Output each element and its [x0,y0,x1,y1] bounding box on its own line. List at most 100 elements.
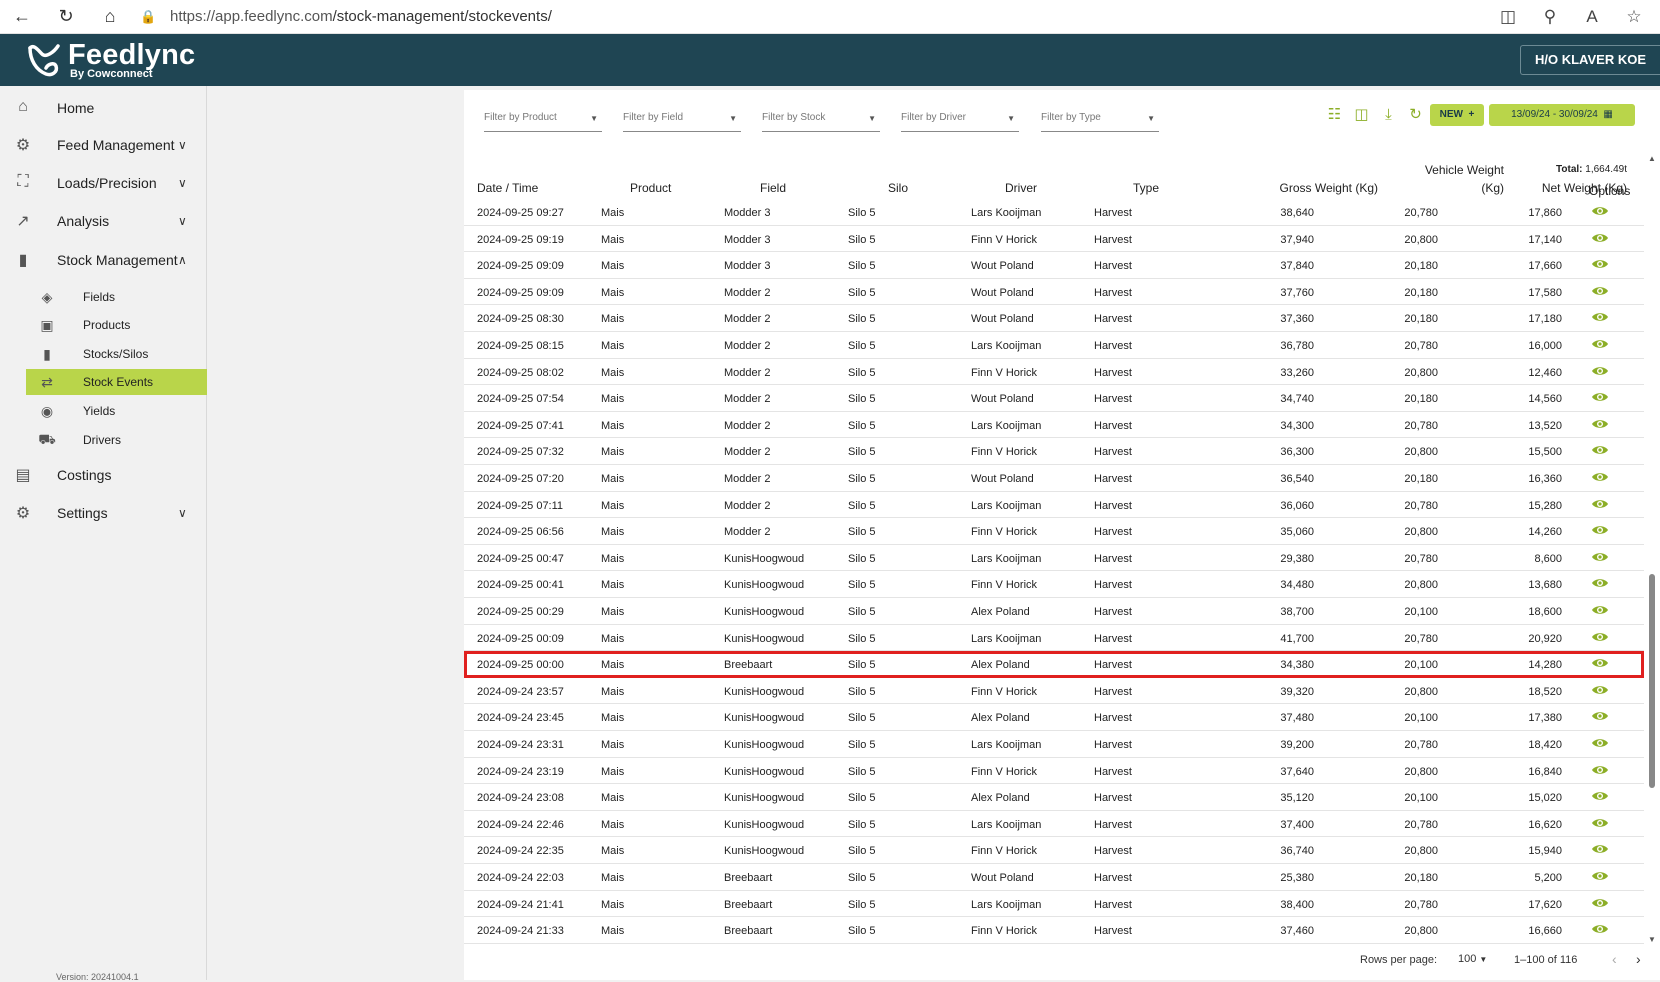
table-row[interactable]: 2024-09-25 09:09 Mais Modder 2 Silo 5 Wout P… [464,279,1644,306]
filter-driver[interactable]: Filter by Driver ▼ [901,112,1019,132]
sidebar-item-home[interactable]: ⌂ Home [0,91,207,125]
sidebar-subitem-fields[interactable]: ◈ Fields [26,284,207,310]
zoom-icon[interactable]: ⚲ [1540,7,1560,27]
sidebar-subitem-yields[interactable]: ◉ Yields [26,398,207,424]
farm-selector-button[interactable]: H/O KLAVER KOE [1520,45,1660,75]
sidebar-item-feed-management[interactable]: ⚙ Feed Management ∨ [0,128,207,162]
table-row[interactable]: 2024-09-25 06:56 Mais Modder 2 Silo 5 Finn V… [464,518,1644,545]
col-type[interactable]: Type [1133,181,1159,195]
table-row[interactable]: 2024-09-25 07:32 Mais Modder 2 Silo 5 Finn V… [464,438,1644,465]
eye-icon[interactable] [1591,470,1609,484]
table-scrollbar[interactable]: ▲ ▼ [1644,154,1660,944]
eye-icon[interactable] [1591,896,1609,910]
eye-icon[interactable] [1591,816,1609,830]
read-aloud-icon[interactable]: A [1582,7,1602,27]
table-row[interactable]: 2024-09-24 21:41 Mais Breebaart Silo 5 Lars … [464,891,1644,918]
sidebar-subitem-stock-events[interactable]: ⇄ Stock Events [26,369,207,395]
table-row[interactable]: 2024-09-24 22:35 Mais KunisHoogwoud Silo 5 F… [464,837,1644,864]
table-row[interactable]: 2024-09-25 07:41 Mais Modder 2 Silo 5 Lars K… [464,412,1644,439]
eye-icon[interactable] [1591,576,1609,590]
eye-icon[interactable] [1591,869,1609,883]
favorite-icon[interactable]: ☆ [1624,7,1644,27]
table-row[interactable]: 2024-09-25 07:11 Mais Modder 2 Silo 5 Lars K… [464,492,1644,519]
filter-stock[interactable]: Filter by Stock ▼ [762,112,880,132]
eye-icon[interactable] [1591,683,1609,697]
table-row[interactable]: 2024-09-25 09:09 Mais Modder 3 Silo 5 Wout P… [464,252,1644,279]
eye-icon[interactable] [1591,310,1609,324]
eye-icon[interactable] [1591,630,1609,644]
table-row[interactable]: 2024-09-24 22:03 Mais Breebaart Silo 5 Wout … [464,864,1644,891]
eye-icon[interactable] [1591,550,1609,564]
back-icon[interactable]: ← [0,0,44,34]
eye-icon[interactable] [1591,763,1609,777]
sidebar-subitem-products[interactable]: ▣ Products [26,312,207,338]
reader-icon[interactable]: ◫ [1498,7,1518,27]
eye-icon[interactable] [1591,842,1609,856]
prev-page-icon[interactable]: ‹ [1612,951,1617,967]
address-bar[interactable]: 🔒 https://app.feedlync.com/stock-managem… [140,3,1440,31]
table-row[interactable]: 2024-09-24 23:19 Mais KunisHoogwoud Silo 5 F… [464,758,1644,785]
home-icon[interactable]: ⌂ [88,0,132,34]
table-row[interactable]: 2024-09-24 23:08 Mais KunisHoogwoud Silo 5 A… [464,784,1644,811]
refresh-icon[interactable]: ↻ [44,0,88,34]
table-row[interactable]: 2024-09-25 08:02 Mais Modder 2 Silo 5 Finn V… [464,359,1644,386]
eye-icon[interactable] [1591,922,1609,936]
eye-icon[interactable] [1591,284,1609,298]
next-page-icon[interactable]: › [1636,951,1641,967]
new-event-button[interactable]: NEW + [1430,104,1484,126]
eye-icon[interactable] [1591,656,1609,670]
sidebar-item-costings[interactable]: ▤ Costings [0,458,207,492]
pdf-icon[interactable]: ◫ [1351,104,1372,125]
columns-icon[interactable]: ☷ [1324,104,1345,125]
refresh-icon[interactable]: ↻ [1405,104,1426,125]
feedlync-logo[interactable]: Feedlync By Cowconnect [24,40,195,80]
rows-per-page-select[interactable]: 100 ▼ [1458,953,1487,965]
download-icon[interactable]: ⤓ [1378,104,1399,125]
table-row[interactable]: 2024-09-25 07:20 Mais Modder 2 Silo 5 Wout P… [464,465,1644,492]
eye-icon[interactable] [1591,789,1609,803]
col-field[interactable]: Field [760,181,786,195]
eye-icon[interactable] [1591,497,1609,511]
filter-type[interactable]: Filter by Type ▼ [1041,112,1159,132]
table-row[interactable]: 2024-09-25 08:15 Mais Modder 2 Silo 5 Lars K… [464,332,1644,359]
table-row[interactable]: 2024-09-24 23:31 Mais KunisHoogwoud Silo 5 L… [464,731,1644,758]
sidebar-subitem-drivers[interactable]: ⛟ Drivers [26,427,207,453]
eye-icon[interactable] [1591,736,1609,750]
scroll-thumb[interactable] [1649,574,1655,788]
col-driver[interactable]: Driver [1005,181,1037,195]
scroll-up-icon[interactable]: ▲ [1648,154,1656,163]
eye-icon[interactable] [1591,443,1609,457]
table-row[interactable]: 2024-09-24 21:33 Mais Breebaart Silo 5 Finn … [464,917,1644,944]
eye-icon[interactable] [1591,709,1609,723]
col-vehicle-weight[interactable]: Vehicle Weight [1364,163,1504,177]
eye-icon[interactable] [1591,257,1609,271]
table-row[interactable]: 2024-09-25 07:54 Mais Modder 2 Silo 5 Wout P… [464,385,1644,412]
table-row[interactable]: 2024-09-25 09:19 Mais Modder 3 Silo 5 Finn V… [464,226,1644,253]
eye-icon[interactable] [1591,364,1609,378]
table-row[interactable]: 2024-09-24 23:45 Mais KunisHoogwoud Silo 5 A… [464,704,1644,731]
eye-icon[interactable] [1591,390,1609,404]
eye-icon[interactable] [1591,417,1609,431]
table-row[interactable]: 2024-09-25 00:09 Mais KunisHoogwoud Silo 5 L… [464,625,1644,652]
table-row[interactable]: 2024-09-25 00:47 Mais KunisHoogwoud Silo 5 L… [464,545,1644,572]
sidebar-item-settings[interactable]: ⚙ Settings ∨ [0,496,207,530]
col-gross-weight[interactable]: Gross Weight (Kg) [1218,181,1378,195]
eye-icon[interactable] [1591,337,1609,351]
col-silo[interactable]: Silo [888,181,908,195]
table-row[interactable]: 2024-09-25 00:41 Mais KunisHoogwoud Silo 5 F… [464,571,1644,598]
date-range-button[interactable]: 13/09/24 - 30/09/24 ▦ [1489,104,1635,126]
filter-product[interactable]: Filter by Product ▼ [484,112,602,132]
filter-field[interactable]: Filter by Field ▼ [623,112,741,132]
eye-icon[interactable] [1591,523,1609,537]
table-row[interactable]: 2024-09-25 08:30 Mais Modder 2 Silo 5 Wout P… [464,305,1644,332]
eye-icon[interactable] [1591,231,1609,245]
eye-icon[interactable] [1591,204,1609,218]
table-row[interactable]: 2024-09-24 22:46 Mais KunisHoogwoud Silo 5 L… [464,811,1644,838]
scroll-down-icon[interactable]: ▼ [1648,935,1656,944]
sidebar-subitem-stocks-silos[interactable]: ▮ Stocks/Silos [26,341,207,367]
eye-icon[interactable] [1591,603,1609,617]
sidebar-item-loads-precision[interactable]: ⛶ Loads/Precision ∨ [0,166,207,200]
sidebar-item-stock-management[interactable]: ▮ Stock Management ∧ [0,243,207,277]
col-product[interactable]: Product [630,181,671,195]
table-row[interactable]: 2024-09-25 00:29 Mais KunisHoogwoud Silo 5 A… [464,598,1644,625]
